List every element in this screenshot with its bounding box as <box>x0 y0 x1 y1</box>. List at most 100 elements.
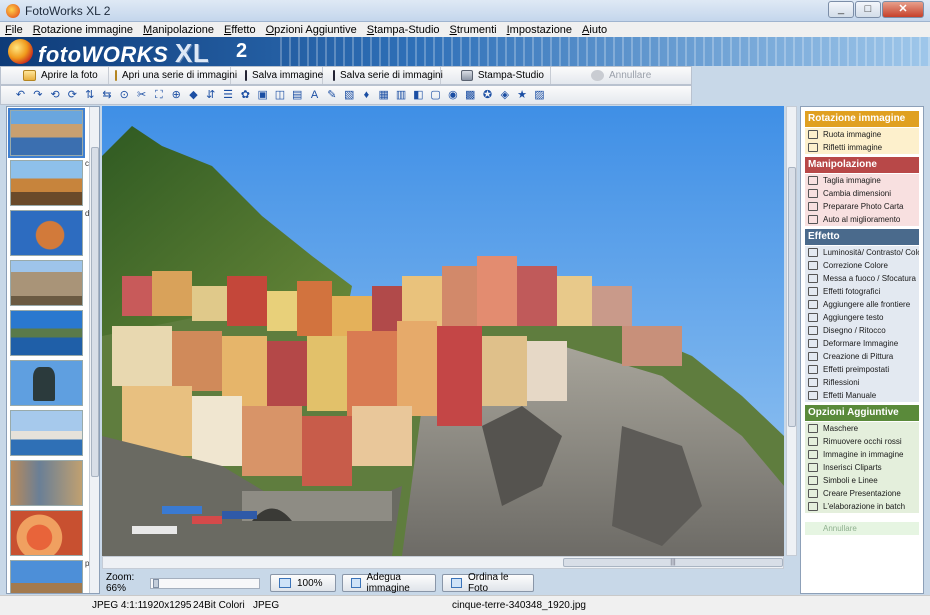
thumbnail[interactable] <box>10 210 83 256</box>
rotate-image-item[interactable]: Ruota immagine <box>805 128 919 141</box>
batch-processing-item[interactable]: L'elaborazione in batch <box>805 500 919 513</box>
focus-blur-item[interactable]: Messa a fuoco / Sfocatura <box>805 272 919 285</box>
symbols-tool-icon[interactable]: ◈ <box>497 88 512 103</box>
flip-vertical-tool-icon[interactable]: ⇅ <box>82 88 97 103</box>
presentation-item[interactable]: Creare Presentazione <box>805 487 919 500</box>
resize-item[interactable]: Cambia dimensioni <box>805 187 919 200</box>
symbols-lines-item[interactable]: Simboli e Linee <box>805 474 919 487</box>
batch-tool-icon[interactable]: ▨ <box>532 88 547 103</box>
crop-image-item[interactable]: Taglia immagine <box>805 174 919 187</box>
menu-file[interactable]: File <box>0 24 28 36</box>
minimize-button[interactable]: _ <box>828 1 854 18</box>
rotate-ccw-tool-icon[interactable]: ⟲ <box>48 88 63 103</box>
rotate-cw-tool-icon[interactable]: ⟳ <box>65 88 80 103</box>
thumbnail[interactable] <box>10 160 83 206</box>
open-photo-button[interactable]: Aprire la foto <box>1 67 109 84</box>
reflection-tool-icon[interactable]: ▥ <box>394 88 409 103</box>
target-tool-icon[interactable]: ⊙ <box>117 88 132 103</box>
section-options[interactable]: Opzioni Aggiuntive <box>805 405 919 421</box>
menu-rotation[interactable]: Rotazione immagine <box>28 24 138 36</box>
add-text-item[interactable]: Aggiungere testo <box>805 311 919 324</box>
image-viewer[interactable] <box>102 106 784 556</box>
manual-effects-tool-icon[interactable]: ◧ <box>411 88 426 103</box>
thumbnail[interactable] <box>8 108 85 158</box>
picture-in-picture-item[interactable]: Immagine in immagine <box>805 448 919 461</box>
painting-tool-icon[interactable]: ♦ <box>359 88 374 103</box>
photo-effects-item[interactable]: Effetti fotografici <box>805 285 919 298</box>
sort-photos-button[interactable]: Ordina le Foto <box>442 572 534 594</box>
zoom-slider[interactable] <box>150 577 260 589</box>
maximize-button[interactable]: □ <box>855 1 881 18</box>
manual-effects-item[interactable]: Effetti Manuale <box>805 389 919 402</box>
menu-tools[interactable]: Strumenti <box>445 24 502 36</box>
picture-in-picture-tool-icon[interactable]: ▩ <box>463 88 478 103</box>
thumbnail-scrollbar[interactable] <box>89 107 99 593</box>
thumbnail[interactable] <box>10 310 83 356</box>
text-tool-icon[interactable]: A <box>307 88 322 103</box>
thumbnail[interactable] <box>10 260 83 306</box>
undo-button[interactable]: Annullare <box>551 67 687 84</box>
auto-enhance-item[interactable]: Auto al miglioramento <box>805 213 919 226</box>
deform-tool-icon[interactable]: ▧ <box>342 88 357 103</box>
red-eye-item[interactable]: Rimuovere occhi rossi <box>805 435 919 448</box>
crop-tool-icon[interactable]: ✂ <box>134 88 149 103</box>
red-eye-tool-icon[interactable]: ◉ <box>445 88 460 103</box>
presets-tool-icon[interactable]: ▦ <box>376 88 391 103</box>
thumbnail[interactable] <box>10 560 83 593</box>
save-image-button[interactable]: Salva immagine <box>231 67 323 84</box>
section-manipulation[interactable]: Manipolazione <box>805 157 919 173</box>
fit-image-button[interactable]: Adegua immagine <box>342 572 436 594</box>
painting-item[interactable]: Creazione di Pittura <box>805 350 919 363</box>
section-rotation[interactable]: Rotazione immagine <box>805 111 919 127</box>
clipart-tool-icon[interactable]: ✪ <box>480 88 495 103</box>
print-studio-button[interactable]: Stampa-Studio <box>441 67 551 84</box>
rotate-right-tool-icon[interactable]: ↷ <box>30 88 45 103</box>
thumbnail[interactable] <box>10 460 83 506</box>
preset-effects-item[interactable]: Effetti preimpostati <box>805 363 919 376</box>
deform-image-item[interactable]: Deformare Immagine <box>805 337 919 350</box>
brightness-item[interactable]: Luminosità/ Contrasto/ Colore <box>805 246 919 259</box>
reflections-item[interactable]: Riflessioni <box>805 376 919 389</box>
thumbnail-strip[interactable]: ci d p <box>6 106 100 594</box>
viewer-horizontal-scrollbar[interactable]: ||| <box>102 556 784 569</box>
color-correction-tool-icon[interactable]: ☰ <box>221 88 236 103</box>
photo-paper-tool-icon[interactable]: ⊕ <box>169 88 184 103</box>
main-toolbar: Aprire la foto Apri una serie di immagin… <box>0 66 692 85</box>
cliparts-item[interactable]: Inserisci Cliparts <box>805 461 919 474</box>
presentation-tool-icon[interactable]: ★ <box>515 88 530 103</box>
thumbnail[interactable] <box>10 410 83 456</box>
zoom-slider-knob[interactable] <box>153 578 159 588</box>
flip-image-item[interactable]: Rifletti immagine <box>805 141 919 154</box>
photo-effects-tool-icon[interactable]: ▣ <box>255 88 270 103</box>
resize-tool-icon[interactable]: ⛶ <box>151 88 166 103</box>
thumbnail[interactable] <box>10 510 83 556</box>
open-series-button[interactable]: Apri una serie di immagini <box>109 67 237 84</box>
auto-enhance-tool-icon[interactable]: ◆ <box>186 88 201 103</box>
close-button[interactable]: ✕ <box>882 1 924 18</box>
border-tool-icon[interactable]: ▤ <box>290 88 305 103</box>
menu-print-studio[interactable]: Stampa-Studio <box>362 24 445 36</box>
levels-tool-icon[interactable]: ⇵ <box>203 88 218 103</box>
menu-effect[interactable]: Effetto <box>219 24 261 36</box>
panel-undo-item[interactable]: Annullare <box>805 522 919 535</box>
draw-tool-icon[interactable]: ✎ <box>324 88 339 103</box>
save-series-button[interactable]: Salva serie di immagini <box>323 67 443 84</box>
viewer-vertical-scrollbar[interactable] <box>786 106 797 556</box>
menu-help[interactable]: Aiuto <box>577 24 612 36</box>
menu-settings[interactable]: Impostazione <box>502 24 577 36</box>
menu-options[interactable]: Opzioni Aggiuntive <box>261 24 362 36</box>
mask-tool-icon[interactable]: ▢ <box>428 88 443 103</box>
color-correction-item[interactable]: Correzione Colore <box>805 259 919 272</box>
masks-item[interactable]: Maschere <box>805 422 919 435</box>
menu-manipulation[interactable]: Manipolazione <box>138 24 219 36</box>
section-effect[interactable]: Effetto <box>805 229 919 245</box>
add-borders-item[interactable]: Aggiungere alle frontiere <box>805 298 919 311</box>
thumbnail[interactable] <box>10 360 83 406</box>
draw-retouch-item[interactable]: Disegno / Ritocco <box>805 324 919 337</box>
flip-horizontal-tool-icon[interactable]: ⇆ <box>99 88 114 103</box>
frame-tool-icon[interactable]: ◫ <box>272 88 287 103</box>
zoom-100-button[interactable]: 100% <box>270 574 336 592</box>
photo-paper-item[interactable]: Preparare Photo Carta <box>805 200 919 213</box>
focus-tool-icon[interactable]: ✿ <box>238 88 253 103</box>
rotate-left-tool-icon[interactable]: ↶ <box>13 88 28 103</box>
